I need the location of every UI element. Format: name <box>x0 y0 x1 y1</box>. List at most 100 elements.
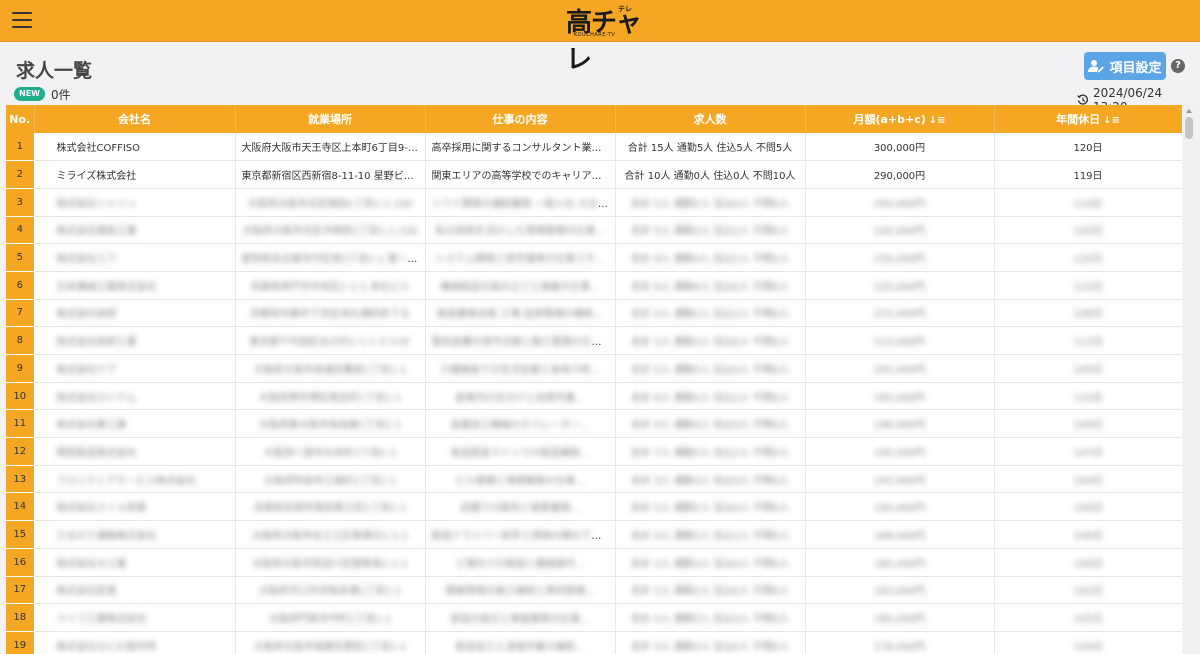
sort-icon[interactable]: ↓≡ <box>929 115 946 126</box>
cell-no: 19 <box>6 631 35 654</box>
table-row[interactable]: 14 株式会社さくら商事 兵庫県尼崎市南武庫之荘1丁目1-1 店舗での販売と接客業務.… <box>6 492 1182 522</box>
cell-holidays: 105日 <box>994 409 1182 439</box>
menu-icon[interactable] <box>12 12 32 30</box>
col-header-location[interactable]: 就業場所 <box>235 105 426 133</box>
user-edit-icon <box>1088 60 1105 73</box>
cell-no-text: 12 <box>13 445 27 457</box>
cell-location: 東京都千代田区丸の内1-1-1 ビル5F <box>235 326 426 355</box>
cell-holidays: 100日 <box>994 631 1182 654</box>
cell-openings-text: 合計 5人 通勤3人 住込2人 不問0人 <box>630 226 790 238</box>
cell-location: 大阪府門真市中町1丁目1-1 <box>235 603 426 632</box>
cell-holidays: 112日 <box>994 326 1182 355</box>
table-row[interactable]: 16 株式会社大工業 大阪府大阪市西淀川区御幣島1-1-1 工場内での製造と機械操作.… <box>6 548 1182 577</box>
col-header-job[interactable]: 仕事の内容 <box>425 105 616 133</box>
top-bar: 高チャレ テレ KOUCHARE-TV <box>0 0 1200 75</box>
salary-header-label: 月額(a+b+c) <box>853 113 926 126</box>
cell-job-text: 工場内での製造と機械操作... <box>455 558 585 570</box>
cell-openings: 合計 2人 通勤2人 住込0人 不問0人 <box>615 576 806 605</box>
cell-location-text: 東京都新宿区西新宿8-11-10 星野ビル3F <box>241 171 425 183</box>
cell-openings: 合計 5人 通勤5人 住込0人 不問0人 <box>615 492 806 522</box>
col-header-holidays[interactable]: 年間休日 ↓≡ <box>994 105 1182 133</box>
cell-no: 9 <box>6 354 35 383</box>
cell-openings-text: 合計 4人 通勤4人 住込0人 不問0人 <box>630 420 790 432</box>
table-row[interactable]: 5 株式会社エア 愛知県名古屋市中区栄3丁目1-1 第一ビル システム開発と保守運用の… <box>6 243 1182 272</box>
cell-location-text: 大阪府八尾市北本町1丁目1-1 <box>263 447 397 459</box>
column-settings-button[interactable]: 項目設定 <box>1084 52 1166 80</box>
cell-job-text: 店舗での販売と接客業務... <box>460 503 580 515</box>
cell-company: 株式会社建設工業 <box>34 216 236 245</box>
cell-holidays-text: 115日 <box>1073 281 1103 293</box>
table-row[interactable]: 2 ミライズ株式会社 東京都新宿区西新宿8-11-10 星野ビル3F 関東エリアの高等… <box>6 160 1182 189</box>
table-row[interactable]: 1 株式会社COFFISO 大阪府大阪市天王寺区上本町6丁目9-1... 高卒採用に関… <box>6 133 1182 162</box>
cell-job: 工場内での製造と機械操作... <box>425 548 616 577</box>
table-row[interactable]: 18 ライフ工業株式会社 大阪府門真市中町1丁目1-1 部品の組立と検査業務の仕事..… <box>6 603 1182 632</box>
cell-no-text: 17 <box>13 584 27 596</box>
cell-company-text: 株式会社匠建 <box>56 586 117 598</box>
table-row[interactable]: 13 フロンティアサービス株式会社 大阪府吹田市江坂町1丁目1-1 ビル管理と清掃業務… <box>6 465 1182 494</box>
table-row[interactable]: 9 株式会社ケア 大阪府大阪市浪速区難波1丁目1-1 介護施設での生活支援と身体介助.… <box>6 354 1182 383</box>
table-row[interactable]: 15 ひまわり運輸株式会社 大阪府大阪市住之江区南港北1-1-1 配送ドライバー助手と… <box>6 520 1182 549</box>
cell-location: 大阪府東大阪市長田東1丁目1-1 <box>235 409 426 439</box>
table-row[interactable]: 7 株式会社技研 京都府京都市下京区烏丸通四条下る 製造業務全般 工場 品質管理の補助… <box>6 299 1182 328</box>
new-badge: NEW <box>14 87 45 101</box>
table-row[interactable]: 4 株式会社建設工業 大阪府大阪市北区中崎西1丁目1-1-100 私の技術を活かした現… <box>6 216 1182 245</box>
cell-company: ミライズ株式会社 <box>34 160 236 189</box>
cell-openings-text: 合計 4人 通勤2人 住込2人 不問0人 <box>630 530 790 542</box>
sort-icon[interactable]: ↓≡ <box>1103 115 1120 126</box>
cell-holidays: 102日 <box>994 576 1182 605</box>
cell-no-text: 2 <box>16 169 23 181</box>
cell-no-text: 16 <box>13 556 27 568</box>
cell-holidays-text: 105日 <box>1073 558 1103 570</box>
cell-salary-text: 188,000円 <box>873 530 926 542</box>
cell-company-text: 株式会社大工業 <box>56 558 127 570</box>
cell-openings-text: 合計 6人 通勤4人 住込2人 不問0人 <box>630 392 790 404</box>
scrollbar-thumb[interactable] <box>1185 117 1193 139</box>
cell-location-text: 京都府京都市下京区烏丸通四条下る <box>250 309 410 321</box>
cell-holidays-text: 108日 <box>1073 309 1103 321</box>
job-table-container[interactable]: No. 会社名 就業場所 仕事の内容 求人数 月額(a+b+c) ↓≡ 年間休日 ↓… <box>6 105 1182 654</box>
app-logo[interactable]: 高チャレ テレ KOUCHARE-TV <box>562 2 642 75</box>
cell-salary: 230,000円 <box>805 243 995 272</box>
cell-openings: 合計 4人 通勤4人 住込0人 不問0人 <box>615 409 806 439</box>
scroll-up-icon[interactable] <box>1186 109 1192 113</box>
cell-openings-text: 合計 2人 通勤2人 住込0人 不問0人 <box>630 586 790 598</box>
col-header-no[interactable]: No. <box>6 105 35 133</box>
cell-company-text: 株式会社ロジテム <box>56 392 137 404</box>
col-header-salary[interactable]: 月額(a+b+c) ↓≡ <box>805 105 995 133</box>
cell-holidays-text: 112日 <box>1073 337 1103 349</box>
table-row[interactable]: 12 関西製造株式会社 大阪府八尾市北本町1丁目1-1 食品製造ラインでの製造補助..… <box>6 437 1182 466</box>
cell-company: 株式会社ロジテム <box>34 382 236 411</box>
cell-salary-text: 250,000円 <box>873 198 926 210</box>
cell-location: 大阪府大阪市天王寺区上本町6丁目9-1... <box>235 133 426 162</box>
cell-salary-text: 200,000円 <box>873 392 926 404</box>
table-row[interactable]: 8 株式会社技研工業 東京都千代田区丸の内1-1-1 ビル5F 電気設備の保守点検と施… <box>6 326 1182 355</box>
table-scrollbar[interactable] <box>1184 105 1194 654</box>
col-header-openings[interactable]: 求人数 <box>615 105 806 133</box>
cell-location: 大阪府大阪市西淀川区御幣島1-1-1 <box>235 548 426 577</box>
cell-salary: 198,000円 <box>805 409 995 439</box>
cell-no: 8 <box>6 326 35 355</box>
table-row[interactable]: 17 株式会社匠建 大阪府守口市京阪本通1丁目1-1 建築現場の施工補助と資材管理..… <box>6 576 1182 605</box>
cell-no-text: 19 <box>13 639 27 651</box>
cell-holidays-text: 119日 <box>1073 171 1103 183</box>
cell-openings-text: 合計 3人 通勤3人 住込0人 不問0人 <box>630 558 790 570</box>
table-row[interactable]: 3 株式会社シャイン 大阪府大阪市北区梅田1丁目1-1-100 ソフト開発の補助業務 … <box>6 188 1182 217</box>
cell-job: 製造業務全般 工場 品質管理の補助... <box>425 299 616 328</box>
cell-location: 大阪府大阪市城東区関目1丁目1-1 <box>235 631 426 654</box>
cell-holidays: 110日 <box>994 382 1182 411</box>
cell-company: 株式会社匠建 <box>34 576 236 605</box>
table-row[interactable]: 19 株式会社なにわ製作所 大阪府大阪市城東区関目1丁目1-1 板金加工と溶接作業の補… <box>6 631 1182 654</box>
cell-holidays: 105日 <box>994 354 1182 383</box>
holidays-header-label: 年間休日 <box>1056 113 1101 126</box>
table-row[interactable]: 11 株式会社東工業 大阪府東大阪市長田東1丁目1-1 金属加工機械のオペレーター..… <box>6 409 1182 439</box>
cell-salary: 188,000円 <box>805 520 995 549</box>
table-row[interactable]: 6 日本機械工業株式会社 兵庫県神戸市中央区1-1-1 本社ビル 機械製品の組み立てと… <box>6 271 1182 300</box>
table-row[interactable]: 10 株式会社ロジテム 大阪府堺市堺区南瓦町1丁目1-1 倉庫内の仕分けと出荷作業..… <box>6 382 1182 411</box>
cell-no-text: 1 <box>16 141 23 153</box>
cell-no-text: 15 <box>13 528 27 540</box>
col-header-company[interactable]: 会社名 <box>34 105 236 133</box>
cell-location: 大阪府大阪市住之江区南港北1-1-1 <box>235 520 426 549</box>
cell-job-text: 配送ドライバー助手と荷物の積み下ろし... <box>431 530 615 542</box>
help-icon[interactable]: ? <box>1171 59 1185 73</box>
cell-job: 倉庫内の仕分けと出荷作業... <box>425 382 616 411</box>
